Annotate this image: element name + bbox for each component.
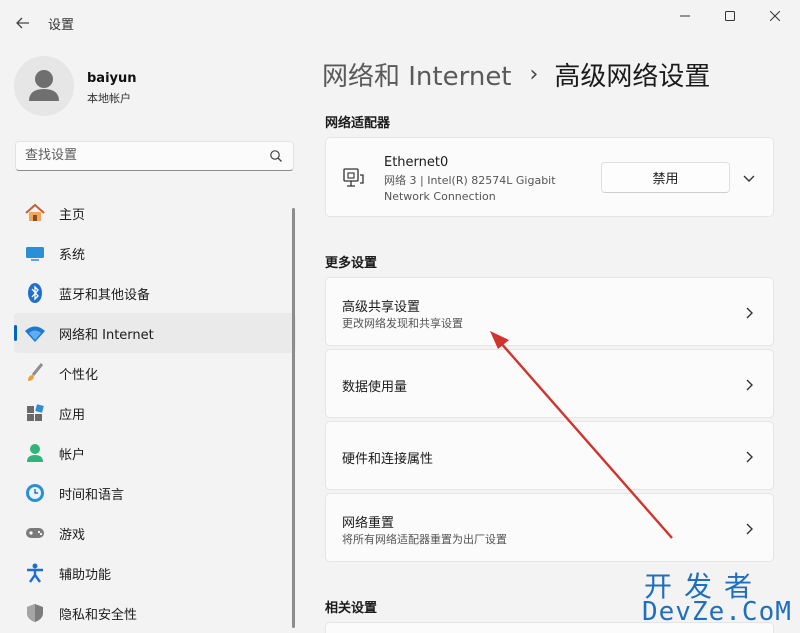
watermark-bottom: DevZe.CoM: [642, 597, 792, 627]
watermark: 开发者 DevZe.CoM: [640, 563, 800, 633]
annotation-arrow: [490, 331, 673, 539]
